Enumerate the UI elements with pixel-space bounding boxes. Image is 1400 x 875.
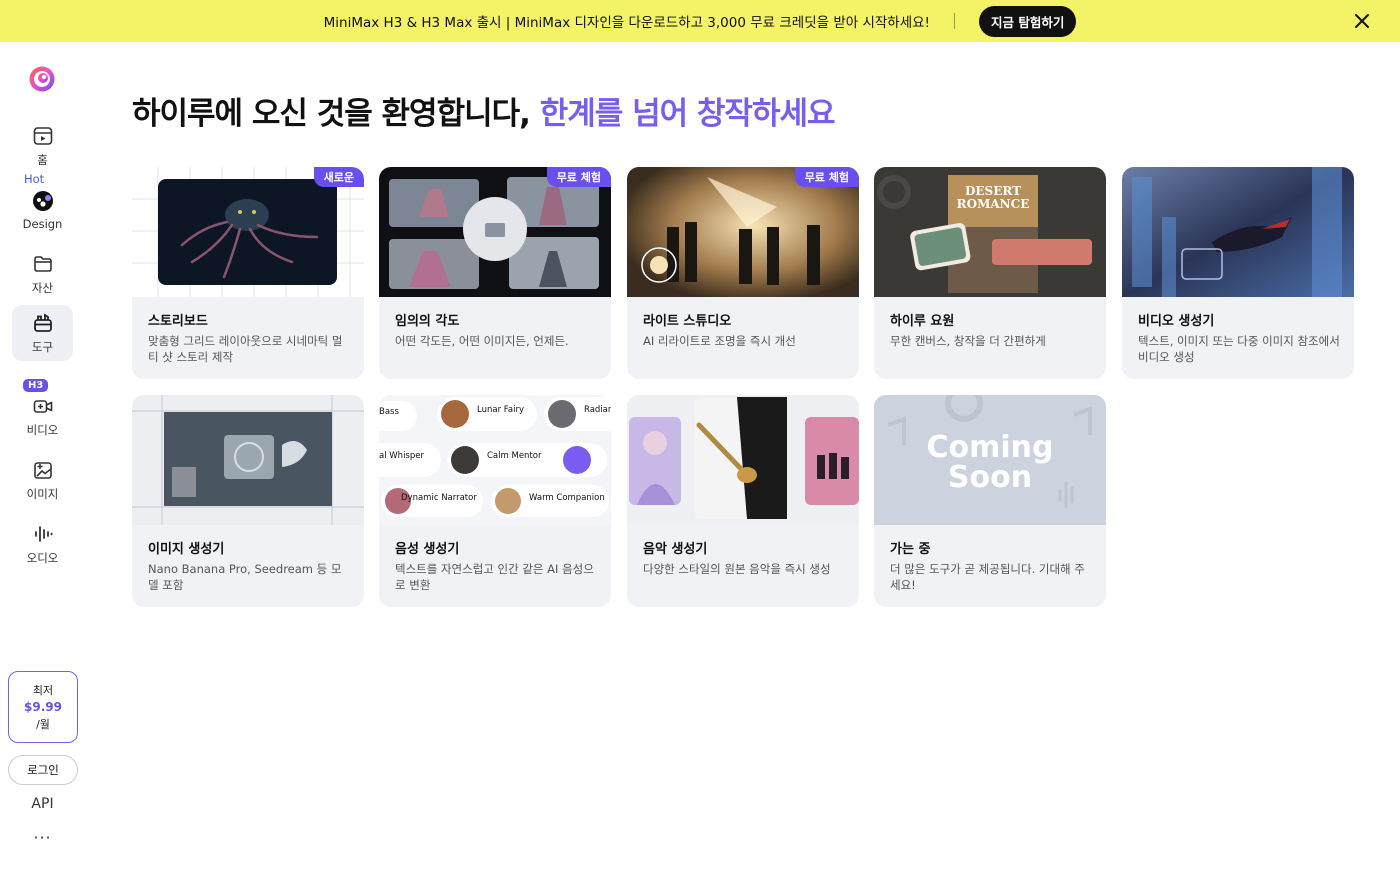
voice-avatar bbox=[441, 400, 469, 428]
voice-avatar bbox=[495, 488, 521, 514]
design-icon bbox=[32, 190, 53, 211]
sidebar-item-label: 오디오 bbox=[26, 550, 59, 565]
card-description: Nano Banana Pro, Seedream 등 모델 포함 bbox=[148, 562, 342, 592]
image-icon bbox=[33, 461, 52, 479]
card-title: 비디오 생성기 bbox=[1138, 314, 1215, 329]
explore-now-button[interactable]: 지금 탐험하기 bbox=[978, 5, 1077, 37]
voice-chip: Calm Mentor bbox=[447, 443, 607, 477]
card-thumbnail: DESERT ROMANCE bbox=[874, 167, 1106, 297]
card-title: 음성 생성기 bbox=[395, 542, 460, 557]
voice-name: Lunar Fairy bbox=[477, 405, 524, 415]
card-thumbnail bbox=[132, 395, 364, 525]
voice-name: Bass bbox=[379, 407, 399, 417]
hailuo-logo[interactable] bbox=[27, 64, 57, 94]
sidebar-item-assets[interactable]: 자산 bbox=[12, 246, 73, 302]
banner-text: MiniMax H3 & H3 Max 출시 | MiniMax 디자인을 다운… bbox=[323, 15, 930, 31]
coming-soon-text: Coming Soon bbox=[926, 430, 1054, 495]
card-description: AI 리라이트로 조명을 즉시 개선 bbox=[643, 334, 796, 348]
sidebar-item-image[interactable]: 이미지 bbox=[12, 452, 73, 508]
voice-chip: Dynamic Narrator bbox=[381, 485, 483, 517]
card-description: 더 많은 도구가 곧 제공됩니다. 기대해 주세요! bbox=[890, 562, 1085, 592]
card-description: 텍스트, 이미지 또는 다중 이미지 참조에서 비디오 생성 bbox=[1138, 334, 1340, 364]
sidebar-item-label: 이미지 bbox=[26, 486, 59, 501]
promo-banner: MiniMax H3 & H3 Max 출시 | MiniMax 디자인을 다운… bbox=[0, 0, 1400, 42]
sidebar-item-label: Design bbox=[22, 216, 63, 231]
tool-card-image-generator[interactable]: 이미지 생성기 Nano Banana Pro, Seedream 등 모델 포… bbox=[132, 395, 364, 607]
voice-chip: Radiar bbox=[544, 397, 611, 431]
card-title: 임의의 각도 bbox=[395, 314, 460, 329]
toolbox-icon bbox=[33, 312, 52, 332]
card-description: 텍스트를 자연스럽고 인간 같은 AI 음성으로 변환 bbox=[395, 562, 594, 592]
sidebar-item-label: 도구 bbox=[31, 339, 54, 354]
card-title: 하이루 요원 bbox=[890, 314, 955, 329]
banner-divider bbox=[953, 13, 955, 29]
sidebar-item-audio[interactable]: 오디오 bbox=[12, 516, 73, 572]
sidebar-item-label: 비디오 bbox=[26, 422, 59, 437]
tool-card-video-generator[interactable]: 비디오 생성기 텍스트, 이미지 또는 다중 이미지 참조에서 비디오 생성 bbox=[1122, 167, 1354, 379]
video-icon bbox=[33, 399, 52, 413]
card-thumbnail: Coming Soon bbox=[874, 395, 1106, 525]
tool-card-storyboard[interactable]: 새로운 스토리보드 맞춤형 그리드 레이아웃으로 시네마틱 멀티 샷 스토리 제… bbox=[132, 167, 364, 379]
tool-card-coming-soon: Coming Soon 가는 중 더 많은 도구가 곧 제공됩니다. 기대해 주… bbox=[874, 395, 1106, 607]
voice-name: Dynamic Narrator bbox=[401, 493, 477, 503]
new-badge: 새로운 bbox=[313, 167, 364, 187]
audio-icon bbox=[34, 525, 52, 542]
sidebar-item-video[interactable]: 비디오 bbox=[12, 388, 73, 444]
voice-avatar bbox=[548, 400, 576, 428]
api-link[interactable]: API bbox=[0, 796, 85, 812]
tool-card-hailuo-agent[interactable]: DESERT ROMANCE 하이루 요원 무한 캔버스, 창작을 더 간편하게 bbox=[874, 167, 1106, 379]
sidebar: 홈 Hot Design 자산 도구 H3 비디오 이미지 오디오 최저 $9.… bbox=[0, 42, 85, 875]
price-label: 최저 bbox=[32, 684, 54, 697]
card-title: 음악 생성기 bbox=[643, 542, 708, 557]
voice-chip: Bass bbox=[379, 401, 417, 431]
video-generator-thumbnail bbox=[1122, 167, 1354, 297]
folder-icon bbox=[33, 255, 52, 272]
card-title: 스토리보드 bbox=[148, 314, 208, 329]
poster-title: DESERT ROMANCE bbox=[956, 184, 1030, 211]
tool-card-music-generator[interactable]: 음악 생성기 다양한 스타일의 원본 음악을 즉시 생성 bbox=[627, 395, 859, 607]
sidebar-item-label: 홈 bbox=[37, 152, 48, 167]
free-trial-badge: 무료 체험 bbox=[546, 167, 611, 187]
card-description: 무한 캔버스, 창작을 더 간편하게 bbox=[890, 334, 1046, 348]
voice-chip: Lunar Fairy bbox=[437, 397, 537, 431]
title-accent: 한계를 넘어 창작하세요 bbox=[539, 96, 836, 132]
sidebar-item-label: 자산 bbox=[31, 280, 54, 295]
voice-name: Warm Companion bbox=[529, 493, 605, 503]
card-title: 이미지 생성기 bbox=[148, 542, 225, 557]
sidebar-item-tools[interactable]: 도구 bbox=[12, 305, 73, 361]
voice-name: al Whisper bbox=[379, 451, 424, 461]
voice-name: Calm Mentor bbox=[487, 451, 542, 461]
card-thumbnail bbox=[1122, 167, 1354, 297]
tool-card-light-studio[interactable]: 무료 체험 라이트 스튜디오 AI 리라이트로 조명을 즉시 개선 bbox=[627, 167, 859, 379]
close-icon[interactable] bbox=[1352, 11, 1372, 31]
image-generator-thumbnail bbox=[132, 395, 364, 525]
voice-name: Radiar bbox=[584, 405, 611, 415]
card-description: 맞춤형 그리드 레이아웃으로 시네마틱 멀티 샷 스토리 제작 bbox=[148, 334, 343, 364]
card-title: 가는 중 bbox=[890, 542, 931, 557]
sidebar-item-home[interactable]: 홈 bbox=[12, 118, 73, 174]
card-thumbnail: Bass Lunar Fairy Radiar al Whisper Calm … bbox=[379, 395, 611, 525]
voice-chip: Warm Companion bbox=[491, 485, 609, 517]
music-generator-thumbnail bbox=[627, 395, 859, 525]
card-thumbnail bbox=[627, 395, 859, 525]
login-button[interactable]: 로그인 bbox=[8, 755, 78, 785]
free-trial-badge: 무료 체험 bbox=[794, 167, 859, 187]
price-amount: $9.99 bbox=[24, 700, 62, 714]
card-title: 라이트 스튜디오 bbox=[643, 314, 732, 329]
more-icon[interactable]: ··· bbox=[0, 828, 85, 847]
home-icon bbox=[33, 126, 52, 145]
tool-card-any-angle[interactable]: 무료 체험 임의의 각도 어떤 각도든, 어떤 이미지든, 언제든. bbox=[379, 167, 611, 379]
voice-avatar bbox=[451, 446, 479, 474]
voice-play-icon bbox=[563, 446, 591, 474]
voice-chip: al Whisper bbox=[379, 443, 441, 477]
page-title: 하이루에 오신 것을 환영합니다, 한계를 넘어 창작하세요 bbox=[132, 88, 836, 133]
price-unit: /월 bbox=[36, 718, 50, 731]
tool-card-voice-generator[interactable]: Bass Lunar Fairy Radiar al Whisper Calm … bbox=[379, 395, 611, 607]
sidebar-item-design[interactable]: Design bbox=[12, 182, 73, 238]
card-description: 다양한 스타일의 원본 음악을 즉시 생성 bbox=[643, 562, 831, 576]
card-description: 어떤 각도든, 어떤 이미지든, 언제든. bbox=[395, 334, 569, 348]
title-plain: 하이루에 오신 것을 환영합니다, bbox=[132, 96, 540, 132]
pricing-button[interactable]: 최저 $9.99 /월 bbox=[8, 671, 78, 743]
